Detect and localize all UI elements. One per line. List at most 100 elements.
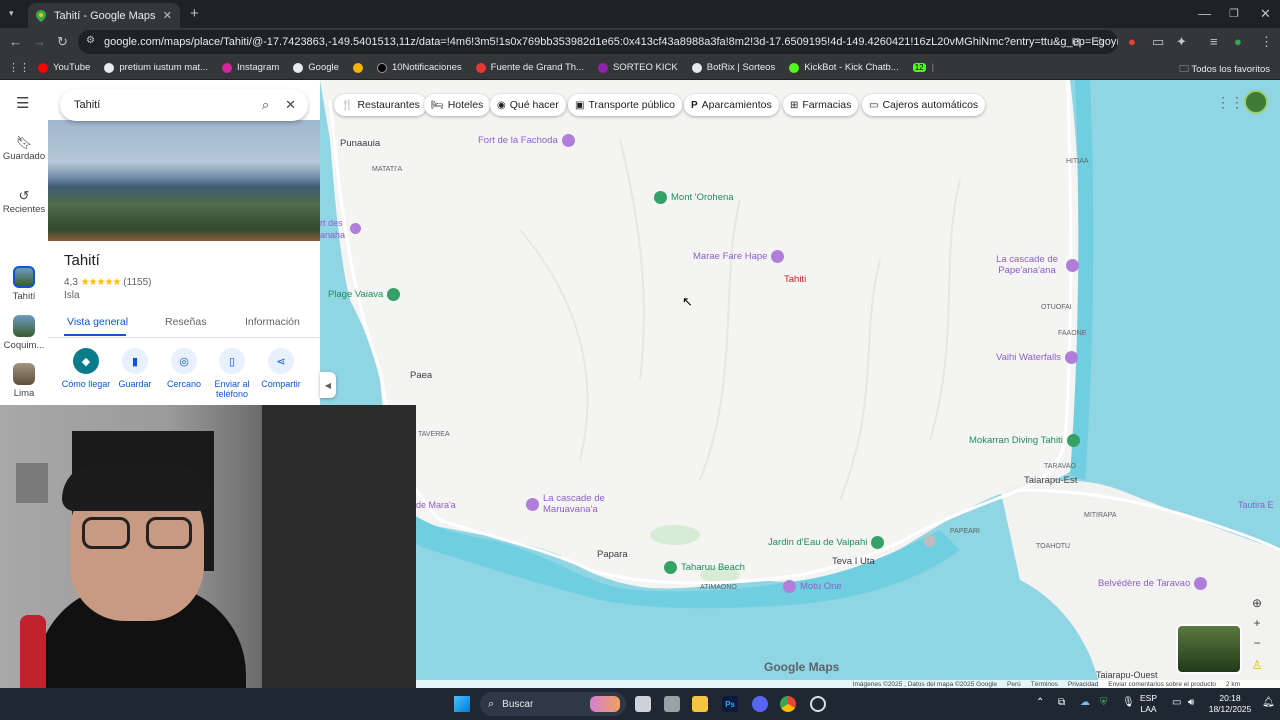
browser-tab[interactable]: Tahití - Google Maps ✕ [28, 3, 180, 28]
bookmark-google[interactable]: Google [293, 62, 339, 73]
chip-cajeros[interactable]: ▭ Cajeros automáticos [862, 94, 986, 116]
chip-hoteles[interactable]: 🛏 Hoteles [424, 94, 491, 116]
onedrive-icon[interactable]: ☁ [1080, 697, 1090, 708]
share-button[interactable]: ⋖ Compartir [256, 348, 306, 389]
bookmark-star-icon[interactable]: ☆ [1094, 34, 1106, 50]
bookmark-sorteo-kick[interactable]: SORTEO KICK [597, 62, 678, 73]
discord-icon[interactable] [752, 696, 768, 712]
chrome-icon[interactable] [780, 696, 796, 712]
poi-jardin[interactable]: Jardin d'Eau de Vaipahi [768, 536, 888, 549]
bookmark-youtube[interactable]: YouTube [38, 62, 90, 73]
bookmark-botrix[interactable]: BotRix | Sorteos [691, 62, 775, 73]
save-button[interactable]: ▮ Guardar [110, 348, 160, 389]
minimize-icon[interactable]: — [1198, 6, 1211, 21]
task-view-icon[interactable] [635, 696, 651, 712]
new-tab-icon[interactable]: + [190, 5, 199, 22]
search-box[interactable]: Tahití ⌕ ✕ [60, 89, 308, 121]
bookmark-pretium[interactable]: pretium iustum mat... [104, 62, 208, 73]
zoom-in-button[interactable]: + [1246, 614, 1268, 632]
layers-thumbnail[interactable] [1176, 624, 1242, 674]
rail-recent[interactable]: ↺ Recientes [0, 188, 48, 215]
nearby-button[interactable]: ◎ Cercano [159, 348, 209, 389]
chip-restaurantes[interactable]: 🍴 Restaurantes [334, 94, 427, 116]
send-to-phone-button[interactable]: ▯ Enviar al teléfono [207, 348, 257, 399]
place-photo[interactable] [48, 120, 320, 241]
poi-fort-fachoda[interactable]: Fort de la Fachoda [478, 134, 579, 147]
file-explorer-icon[interactable] [692, 696, 708, 712]
map-label-paea[interactable]: Paea [410, 370, 432, 381]
back-icon[interactable]: ← [9, 34, 22, 49]
poi-cascade-pape[interactable]: La cascade de Pape'ana'ana [992, 254, 1083, 276]
app-circle-icon[interactable] [810, 696, 826, 712]
microphone-icon[interactable]: 🎙︎ [1122, 697, 1135, 708]
hamburger-menu-icon[interactable]: ☰ [16, 94, 29, 112]
poi-belvedere[interactable]: Belvédère de Taravao [1098, 577, 1211, 590]
account-avatar-icon[interactable] [1244, 90, 1268, 114]
bookmark-instagram[interactable]: Instagram [222, 62, 279, 73]
profile-avatar-icon[interactable]: ● [1234, 34, 1242, 49]
poi-motu-one[interactable]: Motu One [779, 580, 842, 593]
poi-plage-vaiava[interactable]: Plage Vaiava [328, 288, 404, 301]
bookmark-kickbot[interactable]: KickBot - Kick Chatb... [789, 62, 899, 73]
security-icon[interactable]: ⛨ [1100, 697, 1108, 708]
volume-icon[interactable]: 🔊︎ [1188, 697, 1194, 708]
rail-recent-tahiti[interactable]: Tahití [0, 266, 48, 302]
tray-app-icon[interactable]: ⧉ [1058, 697, 1065, 708]
extension-red-icon[interactable]: ● [1128, 34, 1136, 49]
site-info-icon[interactable]: ⚙ [86, 35, 95, 46]
bookmark-extension[interactable] [352, 62, 363, 73]
address-bar[interactable]: ⚙ google.com/maps/place/Tahiti/@-17.7423… [78, 30, 1118, 54]
all-bookmarks-folder[interactable]: 🗀 Todos los favoritos [1179, 62, 1270, 78]
google-apps-icon[interactable]: ⋮⋮ [1216, 94, 1244, 111]
zoom-out-button[interactable]: − [1246, 634, 1268, 652]
bookmark-12[interactable]: 12 | [912, 62, 934, 73]
pegman-icon[interactable]: ♙ [1246, 656, 1268, 674]
collapse-panel-button[interactable]: ◀ [320, 372, 336, 398]
close-window-icon[interactable]: ✕ [1260, 6, 1271, 22]
photoshop-icon[interactable]: Ps [722, 696, 738, 712]
extension-card-icon[interactable]: ▭ [1152, 34, 1164, 50]
extensions-icon[interactable]: ✦ [1176, 34, 1187, 50]
poi-vaihi[interactable]: Vaihi Waterfalls [996, 351, 1082, 364]
chip-que-hacer[interactable]: ◉ Qué hacer [490, 94, 566, 116]
media-control-icon[interactable]: ≡ [1210, 34, 1218, 49]
notification-bell-icon[interactable]: 🔔︎ [1262, 697, 1275, 708]
map-label-tahiti[interactable]: Tahiti [784, 274, 806, 285]
review-count[interactable]: (1155) [123, 277, 151, 288]
tab-informacion[interactable]: Información [245, 316, 300, 328]
map-label-teva[interactable]: Teva I Uta [832, 556, 875, 567]
language-indicator[interactable]: ESP LAA [1140, 693, 1157, 715]
network-icon[interactable]: ▭ [1172, 697, 1181, 708]
poi-gray-pin-icon[interactable] [924, 535, 936, 547]
reload-icon[interactable]: ↻ [57, 34, 68, 50]
poi-mont-orohena[interactable]: Mont 'Orohena [650, 191, 734, 204]
clear-search-icon[interactable]: ✕ [285, 97, 296, 113]
directions-button[interactable]: ◆ Cómo llegar [61, 348, 111, 389]
map-label-papara[interactable]: Papara [597, 549, 628, 560]
bookmark-notificaciones[interactable]: 10Notificaciones [376, 62, 462, 73]
tab-vista-general[interactable]: Vista general [67, 316, 128, 328]
chip-transporte[interactable]: ▣ Transporte público [568, 94, 683, 116]
poi-mokarran[interactable]: Mokarran Diving Tahiti [969, 434, 1084, 447]
map-canvas[interactable]: 🍴 Restaurantes 🛏 Hoteles ◉ Qué hacer ▣ Trans… [320, 80, 1280, 688]
rail-recent-coquimbo[interactable]: Coquim... [0, 315, 48, 351]
search-icon[interactable]: ⌕ [262, 97, 269, 113]
install-app-icon[interactable]: ⧉ [1072, 34, 1081, 50]
menu-icon[interactable]: ⋮ [1260, 34, 1273, 50]
rail-recent-lima[interactable]: Lima [0, 363, 48, 399]
tray-chevron-icon[interactable]: ⌃ [1036, 697, 1044, 708]
forward-icon[interactable]: → [33, 34, 46, 49]
my-location-icon[interactable]: ⊕ [1246, 594, 1268, 612]
poi-marae[interactable]: Marae Fare Hape [693, 250, 788, 263]
apps-grid-icon[interactable]: ⋮⋮ [8, 61, 30, 74]
close-tab-icon[interactable]: ✕ [163, 9, 172, 22]
poi-pin-icon[interactable] [350, 223, 361, 234]
rail-saved[interactable]: 🔖︎ Guardado [0, 135, 48, 162]
map-label-punaauia[interactable]: Punaauia [340, 138, 380, 149]
search-input[interactable]: Tahití [74, 99, 262, 111]
poi-taharuu[interactable]: Taharuu Beach [660, 561, 745, 574]
tab-search-icon[interactable]: ▾ [9, 8, 14, 19]
place-rating[interactable]: 4,3 ★★★★★ (1155) [64, 277, 151, 288]
system-clock[interactable]: 20:18 18/12/2025 [1206, 693, 1254, 715]
windows-start-icon[interactable] [454, 696, 470, 712]
